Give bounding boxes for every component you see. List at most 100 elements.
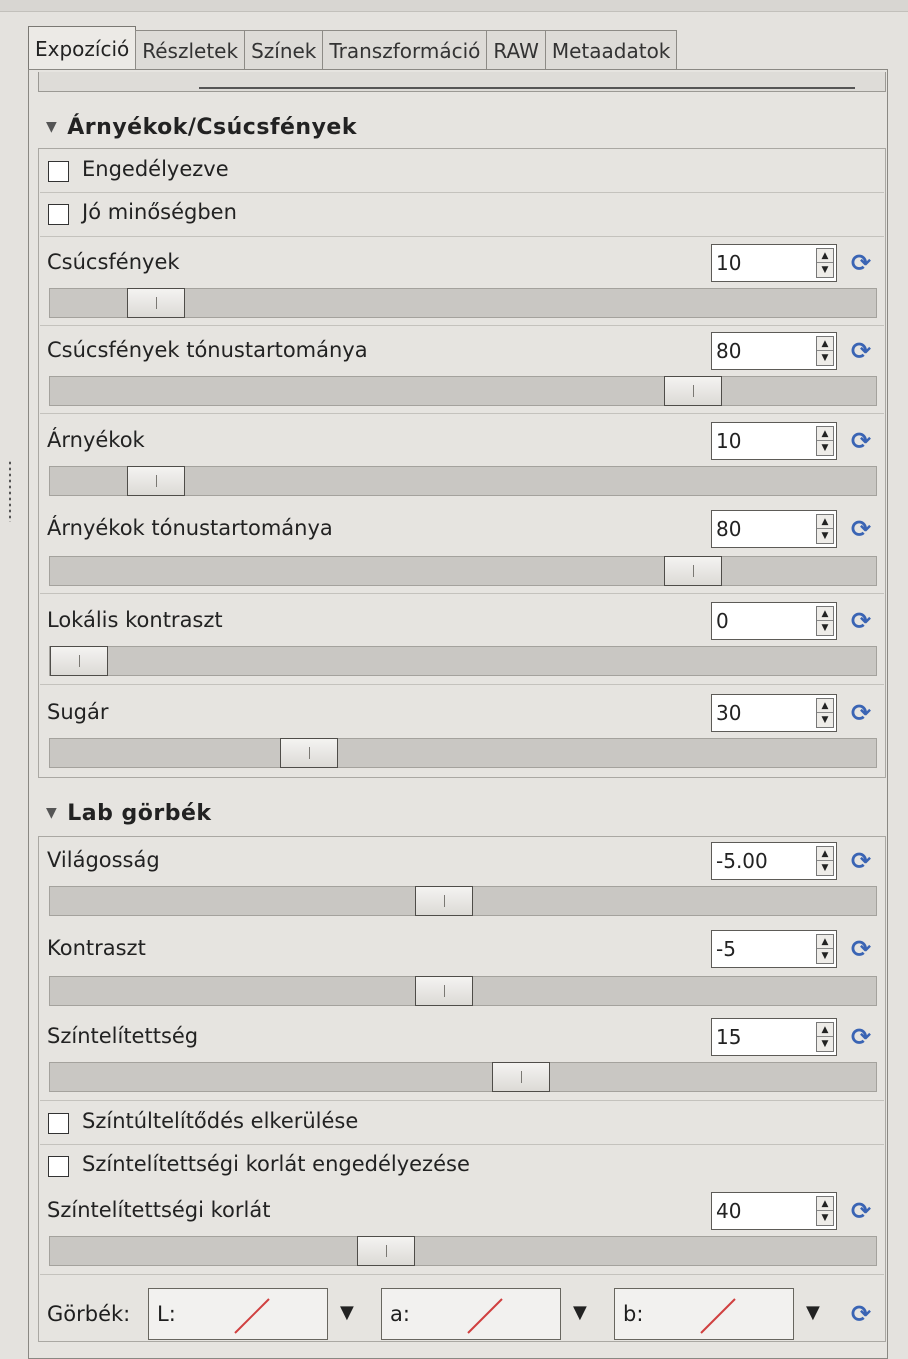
- spin-up-icon[interactable]: ▲: [817, 515, 833, 529]
- contrast-slider[interactable]: [49, 976, 877, 1006]
- shadows-spinbox[interactable]: ▲▼: [711, 422, 837, 460]
- contrast-spinbox[interactable]: ▲▼: [711, 930, 837, 968]
- shadows-tonal-spinbox[interactable]: ▲▼: [711, 510, 837, 548]
- spin-down-icon[interactable]: ▼: [817, 1211, 833, 1225]
- slider-thumb[interactable]: [50, 646, 108, 676]
- curve-a-button[interactable]: a:: [381, 1288, 561, 1340]
- avoid-color-clipping-checkbox[interactable]: [48, 1113, 69, 1134]
- tab-raw[interactable]: RAW: [486, 30, 546, 70]
- dropdown-arrow-icon[interactable]: ▼: [806, 1302, 820, 1323]
- spin-down-icon[interactable]: ▼: [817, 529, 833, 543]
- brightness-slider[interactable]: [49, 886, 877, 916]
- spin-down-icon[interactable]: ▼: [817, 441, 833, 455]
- section-shadows-highlights-header[interactable]: ▼ Árnyékok/Csúcsfények: [46, 115, 357, 140]
- spin-up-icon[interactable]: ▲: [817, 847, 833, 861]
- saturation-slider[interactable]: [49, 1062, 877, 1092]
- highlights-slider[interactable]: [49, 288, 877, 318]
- reset-icon[interactable]: ⟳: [848, 1198, 874, 1224]
- dropdown-arrow-icon[interactable]: ▼: [573, 1302, 587, 1323]
- radius-input[interactable]: [716, 699, 812, 727]
- slider-thumb[interactable]: [415, 976, 473, 1006]
- local-contrast-slider[interactable]: [49, 646, 877, 676]
- high-quality-label: Jó minőségben: [82, 200, 237, 224]
- spin-up-icon[interactable]: ▲: [817, 935, 833, 949]
- brightness-input[interactable]: [716, 847, 812, 875]
- panel-resize-handle[interactable]: [8, 460, 12, 522]
- spin-up-icon[interactable]: ▲: [817, 427, 833, 441]
- saturation-limit-input[interactable]: [716, 1197, 812, 1225]
- spin-up-icon[interactable]: ▲: [817, 1023, 833, 1037]
- section-title: Árnyékok/Csúcsfények: [67, 115, 357, 140]
- slider-thumb[interactable]: [492, 1062, 550, 1092]
- curve-icon: [234, 1298, 270, 1334]
- top-border: [0, 0, 908, 12]
- slider-thumb[interactable]: [664, 376, 722, 406]
- slider-thumb[interactable]: [127, 466, 185, 496]
- spin-down-icon[interactable]: ▼: [817, 263, 833, 277]
- highlights-tonal-spinbox[interactable]: ▲▼: [711, 332, 837, 370]
- shadows-tonal-label: Árnyékok tónustartománya: [47, 516, 333, 540]
- reset-icon[interactable]: ⟳: [848, 608, 874, 634]
- highlights-spinbox[interactable]: ▲▼: [711, 244, 837, 282]
- highlights-tonal-input[interactable]: [716, 337, 812, 365]
- section-lab-curves-header[interactable]: ▼ Lab görbék: [46, 801, 212, 826]
- curve-b-button[interactable]: b:: [614, 1288, 794, 1340]
- spin-up-icon[interactable]: ▲: [817, 699, 833, 713]
- shadows-tonal-input[interactable]: [716, 515, 812, 543]
- tab-colors[interactable]: Színek: [244, 30, 324, 70]
- curve-l-button[interactable]: L:: [148, 1288, 328, 1340]
- brightness-spinbox[interactable]: ▲▼: [711, 842, 837, 880]
- slider-thumb[interactable]: [415, 886, 473, 916]
- shadows-input[interactable]: [716, 427, 812, 455]
- reset-icon[interactable]: ⟳: [848, 250, 874, 276]
- spin-down-icon[interactable]: ▼: [817, 621, 833, 635]
- spin-down-icon[interactable]: ▼: [817, 1037, 833, 1051]
- tab-transform[interactable]: Transzformáció: [322, 30, 488, 70]
- slider-thumb[interactable]: [280, 738, 338, 768]
- shadows-tonal-slider[interactable]: [49, 556, 877, 586]
- slider-thumb[interactable]: [357, 1236, 415, 1266]
- reset-icon[interactable]: ⟳: [848, 1024, 874, 1050]
- spin-up-icon[interactable]: ▲: [817, 337, 833, 351]
- enabled-checkbox[interactable]: [48, 161, 69, 182]
- shadows-slider[interactable]: [49, 466, 877, 496]
- curve-icon: [467, 1298, 503, 1334]
- highlights-tonal-slider[interactable]: [49, 376, 877, 406]
- high-quality-checkbox[interactable]: [48, 204, 69, 225]
- dropdown-arrow-icon[interactable]: ▼: [340, 1302, 354, 1323]
- spin-down-icon[interactable]: ▼: [817, 351, 833, 365]
- tab-metadata[interactable]: Metaadatok: [544, 30, 678, 70]
- saturation-spinbox[interactable]: ▲▼: [711, 1018, 837, 1056]
- highlights-input[interactable]: [716, 249, 812, 277]
- slider-thumb[interactable]: [664, 556, 722, 586]
- reset-icon[interactable]: ⟳: [848, 428, 874, 454]
- spin-up-icon[interactable]: ▲: [817, 1197, 833, 1211]
- spin-down-icon[interactable]: ▼: [817, 713, 833, 727]
- saturation-limit-spinbox[interactable]: ▲▼: [711, 1192, 837, 1230]
- local-contrast-spinbox[interactable]: ▲▼: [711, 602, 837, 640]
- enable-saturation-limit-checkbox[interactable]: [48, 1156, 69, 1177]
- reset-icon[interactable]: ⟳: [848, 1301, 874, 1327]
- spin-down-icon[interactable]: ▼: [817, 861, 833, 875]
- spin-down-icon[interactable]: ▼: [817, 949, 833, 963]
- reset-icon[interactable]: ⟳: [848, 936, 874, 962]
- saturation-limit-slider[interactable]: [49, 1236, 877, 1266]
- contrast-input[interactable]: [716, 935, 812, 963]
- radius-spinbox[interactable]: ▲▼: [711, 694, 837, 732]
- reset-icon[interactable]: ⟳: [848, 700, 874, 726]
- slider-thumb[interactable]: [127, 288, 185, 318]
- spin-up-icon[interactable]: ▲: [817, 249, 833, 263]
- highlights-label: Csúcsfények: [47, 250, 180, 274]
- section-title: Lab görbék: [67, 801, 212, 826]
- reset-icon[interactable]: ⟳: [848, 848, 874, 874]
- spin-up-icon[interactable]: ▲: [817, 607, 833, 621]
- tab-details[interactable]: Részletek: [135, 30, 246, 70]
- saturation-limit-label: Színtelítettségi korlát: [47, 1198, 271, 1222]
- saturation-input[interactable]: [716, 1023, 812, 1051]
- reset-icon[interactable]: ⟳: [848, 516, 874, 542]
- radius-slider[interactable]: [49, 738, 877, 768]
- enable-saturation-limit-label: Színtelítettségi korlát engedélyezése: [82, 1152, 470, 1176]
- tab-exposure[interactable]: Expozíció: [28, 26, 137, 70]
- reset-icon[interactable]: ⟳: [848, 338, 874, 364]
- local-contrast-input[interactable]: [716, 607, 812, 635]
